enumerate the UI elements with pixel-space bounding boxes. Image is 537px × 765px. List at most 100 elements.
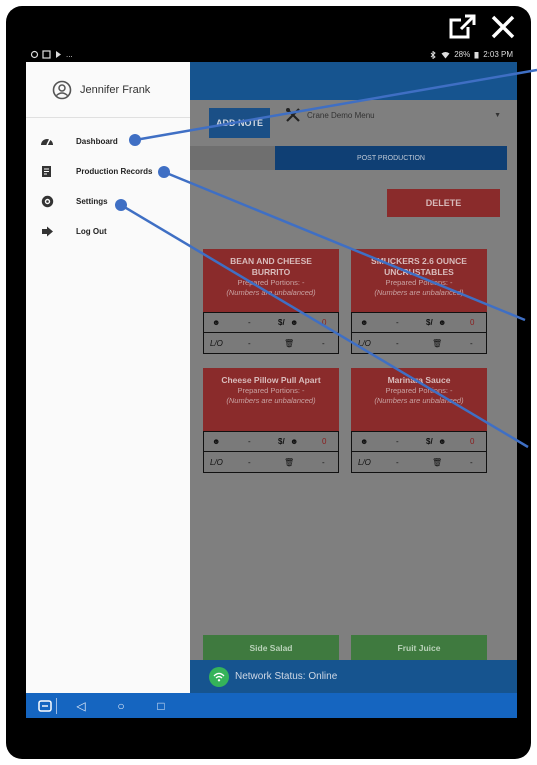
stat-lo-label: L/O — [358, 457, 371, 467]
stat-lo-value: - — [248, 457, 251, 467]
utensils-icon — [286, 108, 300, 122]
delete-button[interactable]: DELETE — [387, 189, 500, 217]
battery-icon — [474, 51, 479, 58]
wifi-icon — [441, 51, 450, 58]
chef-cost-icon: ☻ — [290, 318, 299, 327]
network-status-text: Network Status: Online — [235, 671, 338, 682]
stat-prepared: - — [396, 437, 399, 446]
drawer-item-settings[interactable]: Settings — [26, 186, 190, 216]
chef-icon: ☻ — [212, 318, 221, 327]
item-card-header: SMUCKERS 2.6 OUNCE UNCRUSTABLES Prepared… — [351, 249, 487, 312]
stat-prepared: - — [396, 318, 399, 327]
chef-cost-icon: ☻ — [290, 437, 299, 446]
stat-cost-value: 0 — [322, 318, 327, 327]
tab-post-production[interactable]: POST PRODUCTION — [275, 146, 507, 170]
stat-cost-label: $/ — [426, 437, 433, 446]
menu-select-value: Crane Demo Menu — [307, 110, 375, 120]
device-screen: ... 28% 2:03 PM ADD NOTE Crane Demo Menu… — [26, 47, 517, 718]
item-card-header: Marinara Sauce Prepared Portions: - (Num… — [351, 368, 487, 431]
stat-cost-label: $/ — [278, 437, 285, 446]
status-ellipsis: ... — [66, 50, 73, 59]
stat-lo-value: - — [248, 338, 251, 348]
play-icon — [56, 51, 61, 58]
stat-lo-label: L/O — [210, 338, 223, 348]
add-note-button[interactable]: ADD NOTE — [209, 108, 270, 138]
item-stats: ☻ - $/ ☻ 0 L/O - 🗑 - — [203, 312, 339, 354]
item-note: (Numbers are unbalanced) — [374, 396, 464, 405]
stat-cost-value: 0 — [470, 318, 475, 327]
trash-icon[interactable]: 🗑 — [284, 458, 294, 467]
drawer-item-logout[interactable]: Log Out — [26, 216, 190, 246]
stat-waste-value: - — [322, 338, 325, 348]
app-switch-icon[interactable] — [38, 699, 52, 713]
avatar-icon — [52, 80, 72, 99]
trash-icon[interactable]: 🗑 — [432, 458, 442, 467]
stat-lo-value: - — [396, 338, 399, 348]
drawer-item-label: Settings — [76, 196, 108, 206]
item-name-line2: BURRITO — [251, 267, 291, 277]
battery-level: 28% — [454, 50, 471, 59]
nav-divider — [56, 697, 57, 714]
stat-waste-value: - — [470, 457, 473, 467]
item-name-line1: SMUCKERS 2.6 OUNCE — [371, 256, 467, 266]
home-icon[interactable]: ○ — [101, 699, 141, 713]
status-time: 2:03 PM — [483, 50, 513, 59]
stat-cost-label: $/ — [426, 318, 433, 327]
stat-waste-value: - — [322, 457, 325, 467]
item-stats: ☻ - $/ ☻ 0 L/O - 🗑 - — [203, 431, 339, 473]
chef-icon: ☻ — [360, 318, 369, 327]
item-card[interactable]: SMUCKERS 2.6 OUNCE UNCRUSTABLES Prepared… — [351, 249, 487, 354]
back-icon[interactable]: ◁ — [61, 699, 101, 713]
stat-cost-label: $/ — [278, 318, 285, 327]
frame: ... 28% 2:03 PM ADD NOTE Crane Demo Menu… — [0, 0, 537, 765]
item-name-line1: Cheese Pillow Pull Apart — [221, 375, 321, 385]
item-card-header: Cheese Pillow Pull Apart Prepared Portio… — [203, 368, 339, 431]
chef-cost-icon: ☻ — [438, 437, 447, 446]
item-card[interactable]: Cheese Pillow Pull Apart Prepared Portio… — [203, 368, 339, 473]
drawer-item-label: Dashboard — [76, 136, 118, 146]
chevron-down-icon: ▼ — [494, 111, 501, 119]
logout-icon — [40, 224, 54, 238]
close-icon[interactable] — [489, 14, 517, 40]
item-card[interactable]: Marinara Sauce Prepared Portions: - (Num… — [351, 368, 487, 473]
external-link-icon[interactable] — [449, 14, 477, 40]
drawer-item-dashboard[interactable]: Dashboard — [26, 126, 190, 156]
stat-cost-value: 0 — [322, 437, 327, 446]
item-portions: Prepared Portions: - — [385, 278, 453, 287]
android-nav-bar: ◁ ○ □ — [26, 693, 517, 718]
item-stats: ☻ - $/ ☻ 0 L/O - 🗑 - — [351, 431, 487, 473]
item-note: (Numbers are unbalanced) — [226, 396, 316, 405]
recents-icon[interactable]: □ — [141, 699, 181, 713]
tab-pre-production[interactable] — [186, 146, 275, 170]
stat-lo-value: - — [396, 457, 399, 467]
item-card-header: BEAN AND CHEESE BURRITO Prepared Portion… — [203, 249, 339, 312]
item-card-green[interactable]: Side Salad — [203, 635, 339, 660]
stat-cost-value: 0 — [470, 437, 475, 446]
stat-prepared: - — [248, 437, 251, 446]
item-name-line2: UNCRUSTABLES — [384, 267, 454, 277]
chef-cost-icon: ☻ — [438, 318, 447, 327]
tab-row: POST PRODUCTION — [186, 146, 517, 170]
box-icon — [42, 50, 51, 59]
item-portions: Prepared Portions: - — [237, 386, 305, 395]
window-controls — [449, 14, 517, 40]
drawer-user: Jennifer Frank — [26, 62, 190, 118]
drawer-item-production-records[interactable]: Production Records — [26, 156, 190, 186]
menu-select[interactable]: Crane Demo Menu ▼ — [285, 104, 501, 126]
user-name: Jennifer Frank — [80, 83, 151, 96]
item-card-green[interactable]: Fruit Juice — [351, 635, 487, 660]
chef-icon: ☻ — [360, 437, 369, 446]
drawer-item-label: Log Out — [76, 226, 107, 236]
records-icon — [40, 164, 54, 178]
wifi-status-icon — [209, 666, 229, 687]
item-portions: Prepared Portions: - — [237, 278, 305, 287]
item-note: (Numbers are unbalanced) — [226, 288, 316, 297]
trash-icon[interactable]: 🗑 — [432, 339, 442, 348]
item-name-line1: BEAN AND CHEESE — [230, 256, 312, 266]
drawer-item-label: Production Records — [76, 166, 153, 176]
trash-icon[interactable]: 🗑 — [284, 339, 294, 348]
chef-icon: ☻ — [212, 437, 221, 446]
item-name-line1: Marinara Sauce — [387, 375, 451, 385]
dashboard-icon — [40, 134, 54, 148]
item-card[interactable]: BEAN AND CHEESE BURRITO Prepared Portion… — [203, 249, 339, 354]
